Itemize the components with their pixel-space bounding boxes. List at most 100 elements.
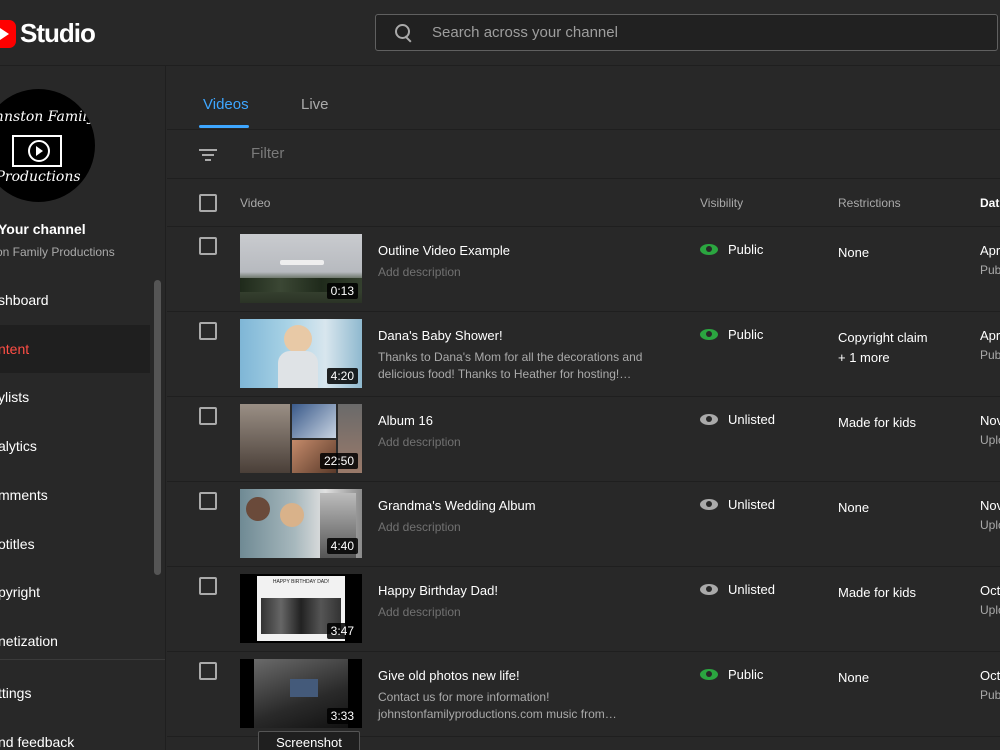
table-row[interactable]: 0:13 Outline Video Example Add descripti… [167, 227, 1000, 312]
restrictions-cell[interactable]: Copyright claim + 1 more [838, 328, 928, 368]
visibility-status[interactable]: Unlisted [700, 497, 775, 512]
date-status: Uplo [980, 603, 1000, 617]
sidebar-item-playlists[interactable]: ylists [0, 373, 150, 421]
tab-live[interactable]: Live [301, 96, 329, 113]
sidebar-divider [0, 659, 165, 660]
sidebar-item-label: ylists [0, 389, 30, 405]
birthday-card-caption: HAPPY BIRTHDAY DAD! [272, 579, 330, 585]
restrictions-cell: None [838, 498, 869, 518]
top-header: Studio [0, 0, 1000, 66]
video-duration: 4:40 [326, 538, 358, 554]
row-checkbox[interactable] [199, 662, 217, 680]
avatar-text-line-1: Johnston Family [0, 109, 95, 125]
sidebar-item-label: netization [0, 633, 58, 649]
sidebar-item-send-feedback[interactable]: nd feedback [0, 718, 150, 750]
person-body-shape [278, 351, 318, 388]
sidebar-item-comments[interactable]: mments [0, 471, 150, 519]
table-row[interactable]: 3:33 Give old photos new life! Contact u… [167, 652, 1000, 737]
visibility-label: Public [728, 242, 764, 257]
row-checkbox[interactable] [199, 322, 217, 340]
row-checkbox[interactable] [199, 492, 217, 510]
sidebar: Johnston Family Productions Your channel… [0, 66, 166, 750]
logo-text: Studio [20, 18, 96, 48]
sidebar-item-dashboard[interactable]: shboard [0, 276, 150, 324]
video-thumbnail[interactable]: 0:13 [240, 234, 362, 303]
search-icon[interactable] [394, 23, 414, 43]
photo-collage-left [240, 404, 290, 473]
video-title[interactable]: Outline Video Example [378, 243, 510, 258]
video-thumbnail[interactable]: HAPPY BIRTHDAY DAD! 3:47 [240, 574, 362, 643]
channel-avatar[interactable]: Johnston Family Productions [0, 89, 95, 202]
video-description[interactable]: Add description [378, 604, 678, 621]
date-status: Pub [980, 263, 1000, 277]
visibility-label: Unlisted [728, 412, 775, 427]
video-title[interactable]: Dana's Baby Shower! [378, 328, 503, 343]
sidebar-item-monetization[interactable]: netization [0, 617, 150, 665]
tab-videos[interactable]: Videos [203, 96, 249, 113]
column-header-video: Video [240, 196, 271, 210]
row-checkbox[interactable] [199, 407, 217, 425]
eye-icon [700, 669, 718, 680]
sidebar-item-settings[interactable]: ttings [0, 669, 150, 717]
video-thumbnail[interactable]: 3:33 [240, 659, 362, 728]
column-header-visibility[interactable]: Visibility [700, 196, 743, 210]
visibility-label: Public [728, 667, 764, 682]
studio-logo[interactable]: Studio [0, 18, 96, 49]
table-row[interactable]: 22:50 Album 16 Add description Unlisted … [167, 397, 1000, 482]
person-head-shape [284, 325, 312, 353]
row-checkbox[interactable] [199, 237, 217, 255]
sidebar-item-label: ntent [0, 341, 30, 357]
eye-icon [700, 414, 718, 425]
filter-icon[interactable] [199, 149, 217, 161]
video-description[interactable]: Thanks to Dana's Mom for all the decorat… [378, 349, 678, 383]
row-checkbox[interactable] [199, 577, 217, 595]
search-box[interactable] [375, 14, 998, 51]
eye-icon [700, 329, 718, 340]
sidebar-item-label: mments [0, 487, 48, 503]
video-description[interactable]: Add description [378, 264, 678, 281]
video-title[interactable]: Happy Birthday Dad! [378, 583, 498, 598]
search-input[interactable] [432, 24, 972, 41]
table-header: Video Visibility Restrictions Dat [167, 179, 1000, 227]
visibility-status[interactable]: Public [700, 667, 763, 682]
video-description[interactable]: Contact us for more information! johnsto… [378, 689, 678, 723]
channel-name: on Family Productions [0, 245, 115, 259]
filter-input[interactable] [251, 145, 651, 162]
table-row[interactable]: HAPPY BIRTHDAY DAD! 3:47 Happy Birthday … [167, 567, 1000, 652]
video-description[interactable]: Add description [378, 434, 678, 451]
select-all-checkbox[interactable] [199, 194, 217, 212]
video-title[interactable]: Give old photos new life! [378, 668, 520, 683]
video-description[interactable]: Add description [378, 519, 678, 536]
restriction-label: Made for kids [838, 415, 917, 430]
visibility-status[interactable]: Unlisted [700, 412, 775, 427]
table-row[interactable]: 4:40 Grandma's Wedding Album Add descrip… [167, 482, 1000, 567]
sidebar-item-label: nd feedback [0, 734, 75, 750]
sidebar-item-subtitles[interactable]: otitles [0, 520, 150, 568]
column-header-restrictions[interactable]: Restrictions [838, 196, 901, 210]
screenshot-tooltip: Screenshot [258, 731, 360, 750]
sidebar-item-copyright[interactable]: pyright [0, 568, 150, 616]
visibility-status[interactable]: Public [700, 327, 763, 342]
table-row[interactable]: 4:20 Dana's Baby Shower! Thanks to Dana'… [167, 312, 1000, 397]
film-play-icon [12, 135, 62, 167]
visibility-label: Unlisted [728, 582, 775, 597]
active-tab-indicator [199, 125, 249, 128]
sidebar-item-label: shboard [0, 292, 49, 308]
date-status: Pub [980, 348, 1000, 362]
youtube-play-icon [0, 19, 16, 48]
video-title[interactable]: Grandma's Wedding Album [378, 498, 536, 513]
video-title[interactable]: Album 16 [378, 413, 433, 428]
sidebar-item-analytics[interactable]: alytics [0, 422, 150, 470]
content-tabs: Videos Live [167, 66, 1000, 130]
sidebar-item-label: ttings [0, 685, 32, 701]
column-header-date[interactable]: Dat [980, 196, 999, 210]
sidebar-item-content[interactable]: ntent [0, 325, 150, 373]
sidebar-scrollbar[interactable] [154, 280, 161, 575]
video-thumbnail[interactable]: 22:50 [240, 404, 362, 473]
person-head-shape [246, 497, 270, 521]
video-thumbnail[interactable]: 4:40 [240, 489, 362, 558]
visibility-status[interactable]: Unlisted [700, 582, 775, 597]
visibility-status[interactable]: Public [700, 242, 763, 257]
restriction-label: None [838, 500, 870, 515]
video-thumbnail[interactable]: 4:20 [240, 319, 362, 388]
